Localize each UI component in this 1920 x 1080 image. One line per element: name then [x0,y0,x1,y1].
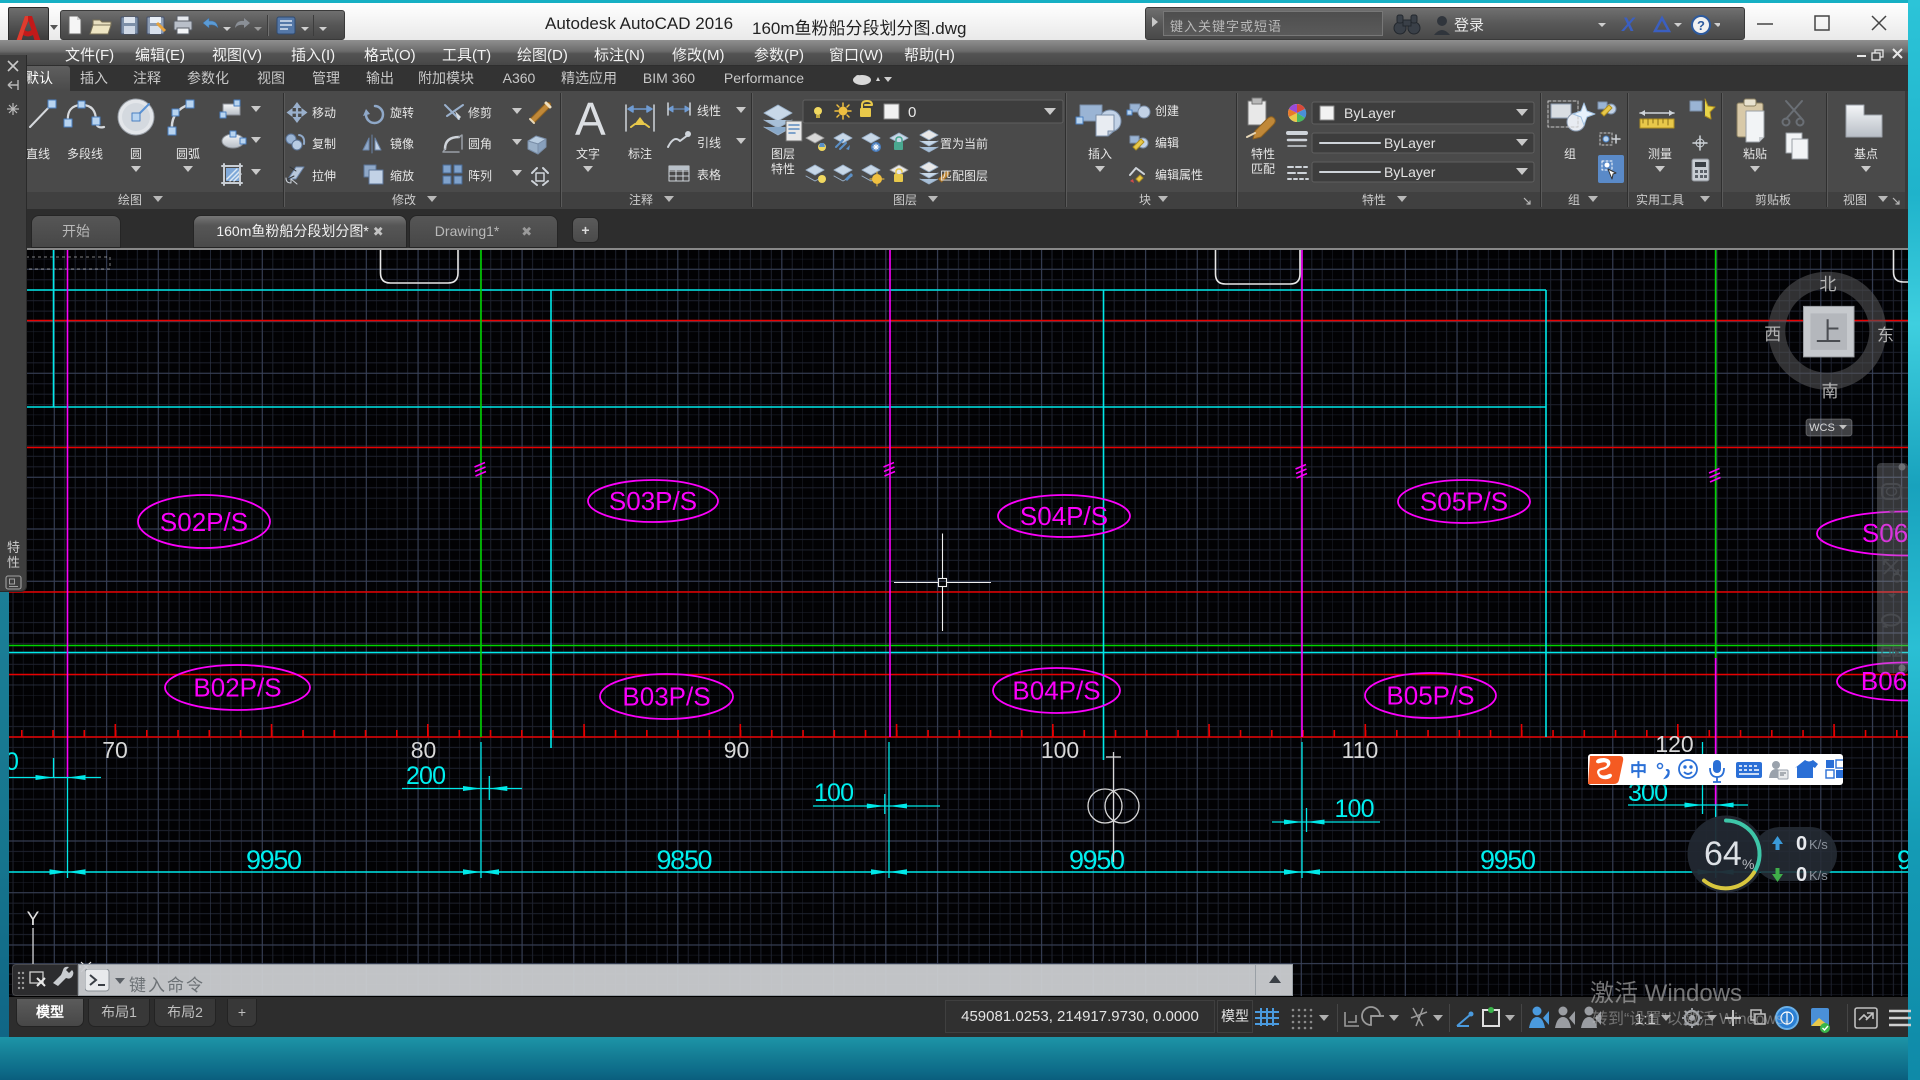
svg-text:编辑属性: 编辑属性 [1155,167,1203,182]
svg-text:特性: 特性 [771,161,795,176]
svg-text:视图: 视图 [1843,192,1867,207]
svg-text:置为当前: 置为当前 [940,136,988,151]
svg-text:特性: 特性 [1362,192,1386,207]
svg-text:创建: 创建 [1155,104,1179,118]
svg-text:镜像: 镜像 [390,136,414,151]
svg-text:实用工具: 实用工具 [1636,192,1684,207]
svg-text:缩放: 缩放 [390,168,414,183]
svg-text:特: 特 [7,540,20,555]
svg-text:X: X [1621,15,1636,36]
svg-text:特性: 特性 [1251,146,1275,161]
svg-text:引线: 引线 [697,136,721,150]
svg-text:粘贴: 粘贴 [1743,146,1767,161]
svg-text:标注: 标注 [628,146,652,161]
svg-text:?: ? [1697,18,1705,33]
svg-text:匹配: 匹配 [1251,162,1275,176]
svg-text:剪贴板: 剪贴板 [1755,192,1791,207]
svg-text:0: 0 [908,104,916,121]
svg-text:圆角: 圆角 [468,137,492,151]
svg-text:块: 块 [1139,193,1151,207]
svg-text:图层: 图层 [893,193,917,207]
svg-text:拉伸: 拉伸 [312,168,336,183]
svg-text:测量: 测量 [1648,147,1672,161]
svg-text:基点: 基点 [1854,147,1878,161]
svg-text:0: 0 [1796,833,1807,855]
svg-text:64: 64 [1704,835,1742,873]
svg-text:A: A [575,93,606,145]
svg-text:性: 性 [7,555,20,570]
svg-text:插入: 插入 [1088,147,1112,161]
svg-text:阵列: 阵列 [468,169,492,183]
svg-text:修改: 修改 [392,192,416,207]
svg-text:线性: 线性 [697,104,721,118]
svg-text:注释: 注释 [629,192,653,207]
svg-text:K/s: K/s [1809,837,1828,852]
svg-text:组: 组 [1568,193,1580,207]
svg-text:多段线: 多段线 [67,146,103,161]
svg-text:ByLayer: ByLayer [1384,164,1436,180]
svg-text:图层: 图层 [771,147,795,161]
svg-text:ByLayer: ByLayer [1384,135,1436,151]
svg-text:绘图: 绘图 [118,192,142,207]
svg-text:直线: 直线 [26,147,50,161]
svg-text:圆: 圆 [130,147,142,161]
svg-text:移动: 移动 [312,106,336,120]
svg-text:表格: 表格 [697,167,721,182]
svg-text:匹配图层: 匹配图层 [940,169,988,183]
svg-text:修剪: 修剪 [468,105,492,120]
svg-text:文字: 文字 [576,146,600,161]
svg-text:圆弧: 圆弧 [176,147,200,161]
svg-text:登录: 登录 [1454,17,1484,34]
svg-text:编辑: 编辑 [1155,135,1179,150]
svg-text:%: % [1742,856,1754,872]
svg-text:K/s: K/s [1809,868,1828,883]
svg-text:0: 0 [1796,864,1807,886]
svg-text:中: 中 [1630,760,1647,780]
svg-text:旋转: 旋转 [390,105,414,120]
svg-text:复制: 复制 [312,137,336,151]
svg-text:组: 组 [1564,147,1576,161]
svg-text:ByLayer: ByLayer [1344,105,1396,121]
